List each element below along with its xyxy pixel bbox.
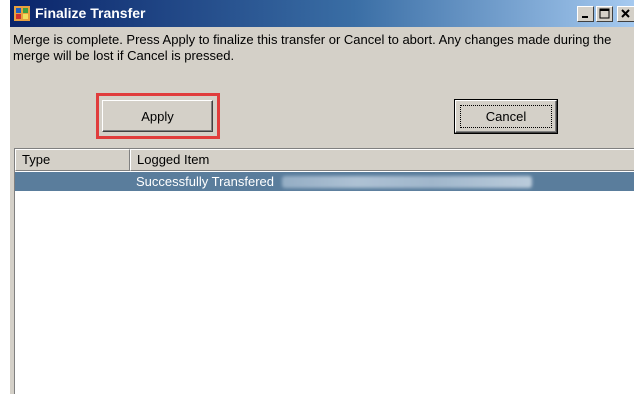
minimize-icon (582, 16, 588, 18)
finalize-transfer-window: Finalize Transfer Merge is complete. Pre… (0, 0, 634, 402)
logged-item-text: Successfully Transfered (136, 173, 275, 189)
minimize-button[interactable] (577, 6, 594, 22)
row-type-cell (15, 172, 130, 191)
dialog-frame: Finalize Transfer Merge is complete. Pre… (9, 0, 634, 394)
list-header: Type Logged Item (15, 149, 634, 171)
column-header-type[interactable]: Type (15, 149, 130, 171)
cancel-button[interactable]: Cancel (454, 99, 558, 134)
maximize-button[interactable] (596, 6, 613, 22)
maximize-icon (599, 8, 610, 19)
close-icon (621, 9, 630, 18)
log-list-view[interactable]: Type Logged Item Successfully Transfered (14, 148, 634, 394)
column-header-logged-item[interactable]: Logged Item (130, 149, 634, 171)
list-row[interactable]: Successfully Transfered (15, 172, 634, 191)
close-button[interactable] (617, 6, 634, 22)
window-title: Finalize Transfer (35, 5, 146, 21)
row-logged-item-cell: Successfully Transfered (130, 172, 634, 191)
instruction-message: Merge is complete. Press Apply to finali… (13, 32, 612, 63)
apply-button[interactable]: Apply (102, 100, 213, 132)
title-bar[interactable]: Finalize Transfer (10, 0, 634, 27)
app-icon (14, 6, 30, 21)
redacted-text (282, 175, 533, 188)
cancel-button-label: Cancel (485, 109, 527, 124)
